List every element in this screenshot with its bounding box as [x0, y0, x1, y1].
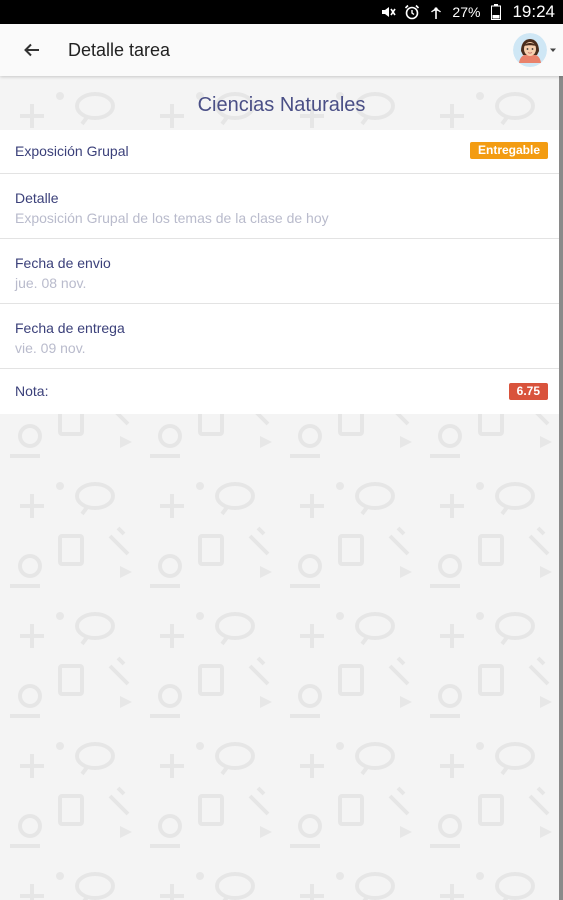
mute-icon: [380, 4, 397, 20]
chevron-down-icon: [550, 48, 556, 52]
profile-menu[interactable]: [513, 32, 557, 68]
detail-row: Detalle Exposición Grupal de los temas d…: [0, 174, 559, 239]
task-name: Exposición Grupal: [15, 143, 129, 159]
signal-icon: [428, 4, 444, 20]
sent-date-label: Fecha de envio: [15, 255, 111, 271]
grade-badge: 6.75: [508, 383, 548, 400]
grade-row: Nota: 6.75: [0, 369, 559, 414]
user-avatar-icon[interactable]: [513, 33, 547, 67]
battery-percent: 27%: [452, 4, 481, 20]
due-date-row: Fecha de entrega vie. 09 nov.: [0, 304, 559, 369]
status-badge: Entregable: [469, 142, 548, 159]
sent-date-value: jue. 08 nov.: [15, 275, 87, 291]
app-bar: Detalle tarea: [0, 24, 563, 76]
task-detail-card: Exposición Grupal Entregable Detalle Exp…: [0, 130, 559, 414]
due-date-value: vie. 09 nov.: [15, 340, 86, 356]
clock-time: 19:24: [512, 2, 555, 21]
task-name-row: Exposición Grupal Entregable: [0, 130, 559, 174]
status-bar-icons: 27% 19:24: [380, 0, 555, 24]
detail-label: Detalle: [15, 190, 59, 206]
arrow-back-icon: [24, 43, 39, 57]
subject-title: Ciencias Naturales: [197, 94, 366, 116]
page-title: Detalle tarea: [68, 40, 171, 60]
battery-icon: [488, 4, 504, 20]
scrollbar[interactable]: [559, 76, 563, 900]
due-date-label: Fecha de entrega: [15, 320, 125, 336]
sent-date-row: Fecha de envio jue. 08 nov.: [0, 239, 559, 304]
status-bar: 27% 19:24: [0, 0, 563, 24]
detail-value: Exposición Grupal de los temas de la cla…: [15, 210, 329, 226]
grade-label: Nota:: [15, 383, 49, 399]
alarm-icon: [404, 4, 420, 20]
back-button[interactable]: [18, 36, 46, 64]
